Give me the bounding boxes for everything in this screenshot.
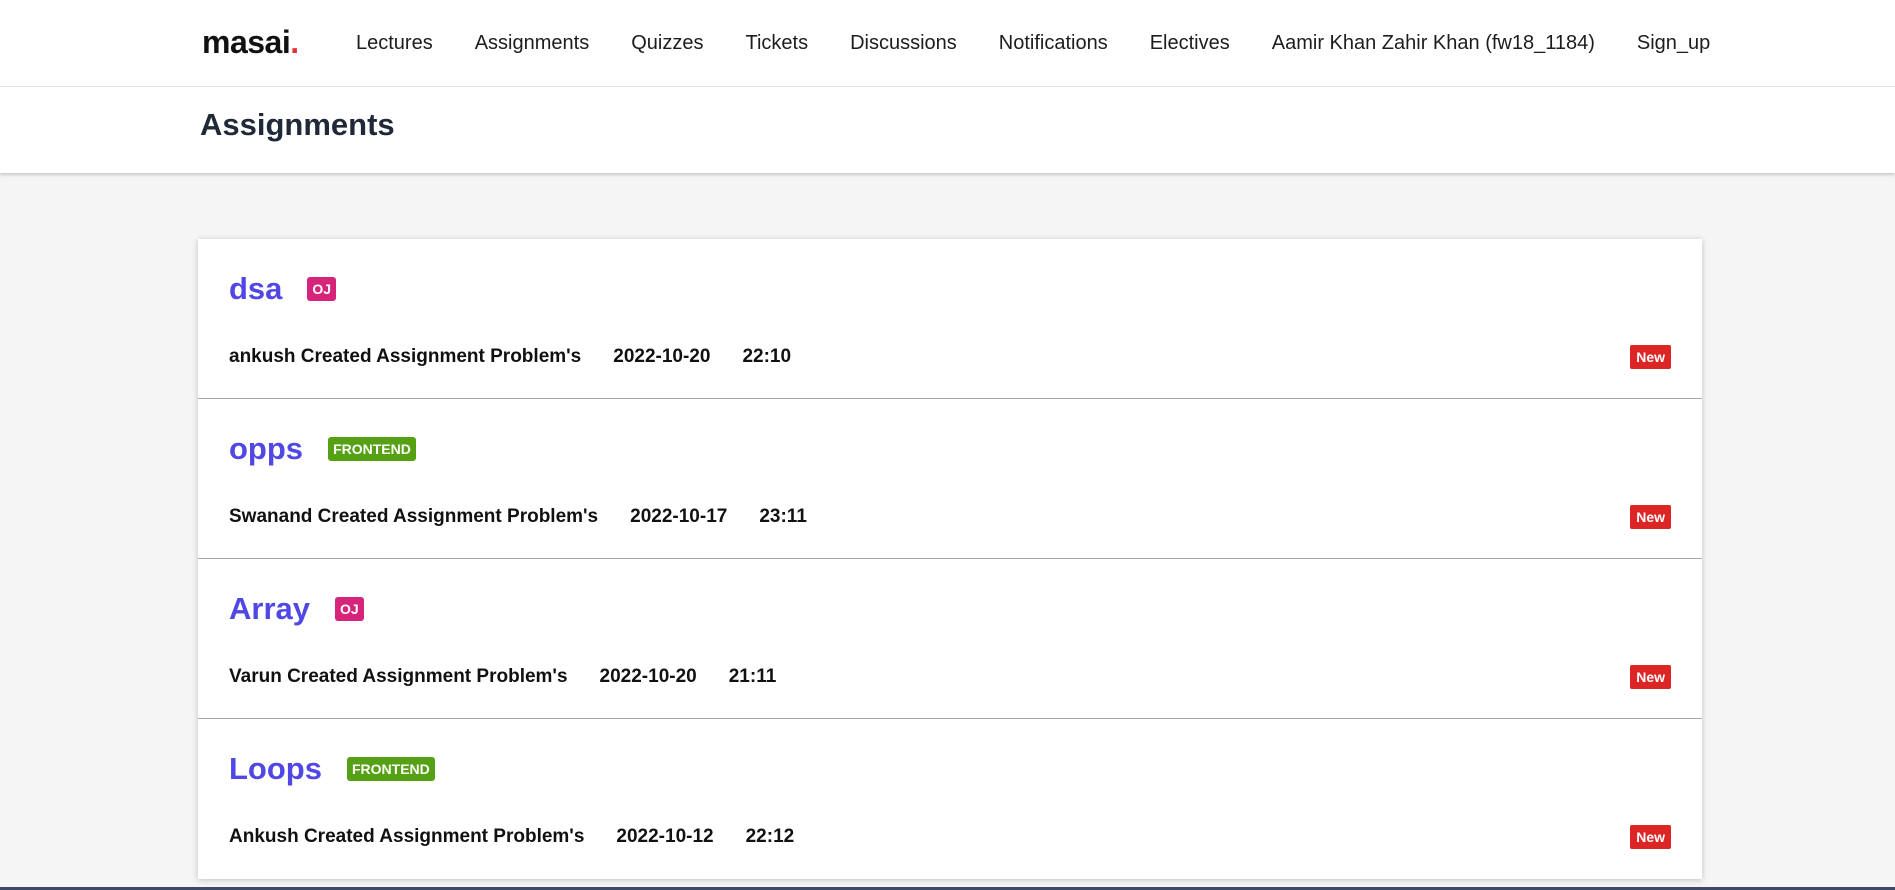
assignment-author-text: Varun Created Assignment Problem's (229, 666, 568, 687)
assignment-time: 22:12 (745, 826, 795, 847)
assignment-meta: ankush Created Assignment Problem's 2022… (229, 345, 791, 369)
assignment-item: Loops FRONTEND Ankush Created Assignment… (198, 719, 1702, 879)
tag-badge-frontend: FRONTEND (328, 437, 416, 461)
new-badge: New (1630, 505, 1671, 529)
logo-dot: . (290, 24, 299, 60)
assignment-author-text: Swanand Created Assignment Problem's (229, 506, 599, 527)
nav-lectures[interactable]: Lectures (356, 32, 433, 55)
assignment-title-row: Loops FRONTEND (229, 751, 435, 787)
new-badge: New (1630, 345, 1671, 369)
assignment-title-row: Array OJ (229, 591, 364, 627)
new-badge: New (1630, 825, 1671, 849)
assignment-title-row: dsa OJ (229, 271, 337, 307)
assignment-meta: Varun Created Assignment Problem's 2022-… (229, 665, 776, 689)
assignment-date: 2022-10-17 (630, 506, 728, 527)
tag-badge-frontend: FRONTEND (347, 757, 435, 781)
assignment-time: 23:11 (759, 506, 807, 527)
assignment-date: 2022-10-12 (616, 826, 714, 847)
page-title: Assignments (200, 107, 395, 142)
assignment-meta: Ankush Created Assignment Problem's 2022… (229, 825, 794, 849)
assignments-list: dsa OJ ankush Created Assignment Problem… (198, 239, 1702, 879)
nav-discussions[interactable]: Discussions (850, 32, 957, 55)
nav-quizzes[interactable]: Quizzes (631, 32, 703, 55)
page-header: Assignments (0, 87, 1895, 173)
assignment-title-link[interactable]: dsa (229, 271, 282, 307)
assignment-time: 21:11 (728, 666, 777, 687)
nav-notifications[interactable]: Notifications (999, 32, 1108, 55)
assignment-author-text: Ankush Created Assignment Problem's (229, 826, 585, 847)
assignment-title-row: opps FRONTEND (229, 431, 416, 467)
assignment-title-link[interactable]: Array (229, 591, 310, 627)
nav-tickets[interactable]: Tickets (745, 32, 808, 55)
assignment-time: 22:10 (742, 346, 792, 367)
assignment-title-link[interactable]: Loops (229, 751, 322, 787)
assignment-meta: Swanand Created Assignment Problem's 202… (229, 505, 807, 529)
nav-electives[interactable]: Electives (1150, 32, 1230, 55)
assignment-date: 2022-10-20 (613, 346, 711, 367)
assignment-date: 2022-10-20 (599, 666, 697, 687)
nav-links: Lectures Assignments Quizzes Tickets Dis… (356, 0, 1710, 87)
logo-text: masai (202, 24, 291, 60)
top-navbar: masai. Lectures Assignments Quizzes Tick… (0, 0, 1895, 87)
masai-logo[interactable]: masai. (202, 24, 299, 60)
assignment-item: dsa OJ ankush Created Assignment Problem… (198, 239, 1702, 399)
nav-sign-up[interactable]: Sign_up (1637, 32, 1710, 55)
assignment-item: opps FRONTEND Swanand Created Assignment… (198, 399, 1702, 559)
assignment-item: Array OJ Varun Created Assignment Proble… (198, 559, 1702, 719)
nav-user-profile[interactable]: Aamir Khan Zahir Khan (fw18_1184) (1272, 32, 1595, 55)
new-badge: New (1630, 665, 1671, 689)
nav-assignments[interactable]: Assignments (475, 32, 590, 55)
assignment-author-text: ankush Created Assignment Problem's (229, 346, 582, 367)
tag-badge-oj: OJ (307, 277, 337, 301)
tag-badge-oj: OJ (335, 597, 364, 621)
assignment-title-link[interactable]: opps (229, 431, 303, 467)
